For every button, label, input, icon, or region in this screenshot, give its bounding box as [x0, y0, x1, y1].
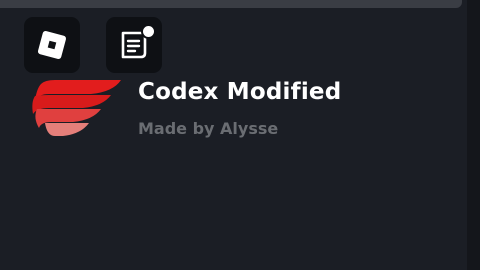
top-bar: [0, 0, 462, 8]
app-subtitle: Made by Alysse: [138, 119, 279, 138]
app-title: Codex Modified: [138, 79, 342, 105]
right-edge-panel: [467, 0, 480, 270]
roblox-logo-icon: [37, 30, 67, 60]
codex-logo-icon: [32, 80, 121, 136]
chat-button[interactable]: [106, 17, 162, 73]
notification-dot: [141, 24, 156, 39]
roblox-menu-button[interactable]: [24, 17, 80, 73]
